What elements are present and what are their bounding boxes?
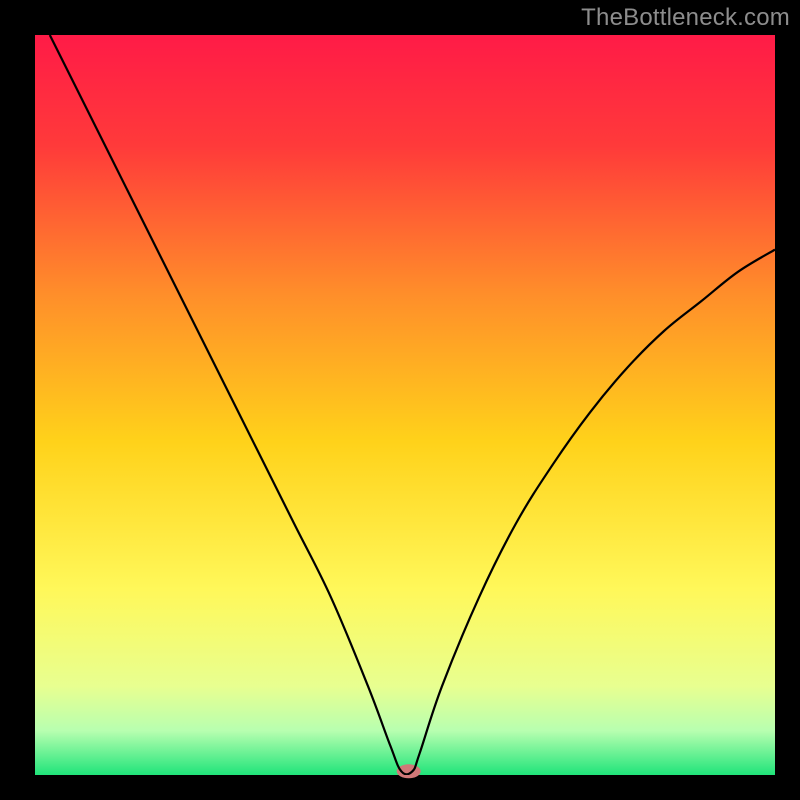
bottleneck-chart	[0, 0, 800, 800]
watermark-text: TheBottleneck.com	[581, 4, 790, 32]
chart-container: TheBottleneck.com	[0, 0, 800, 800]
plot-background-gradient	[35, 35, 775, 775]
